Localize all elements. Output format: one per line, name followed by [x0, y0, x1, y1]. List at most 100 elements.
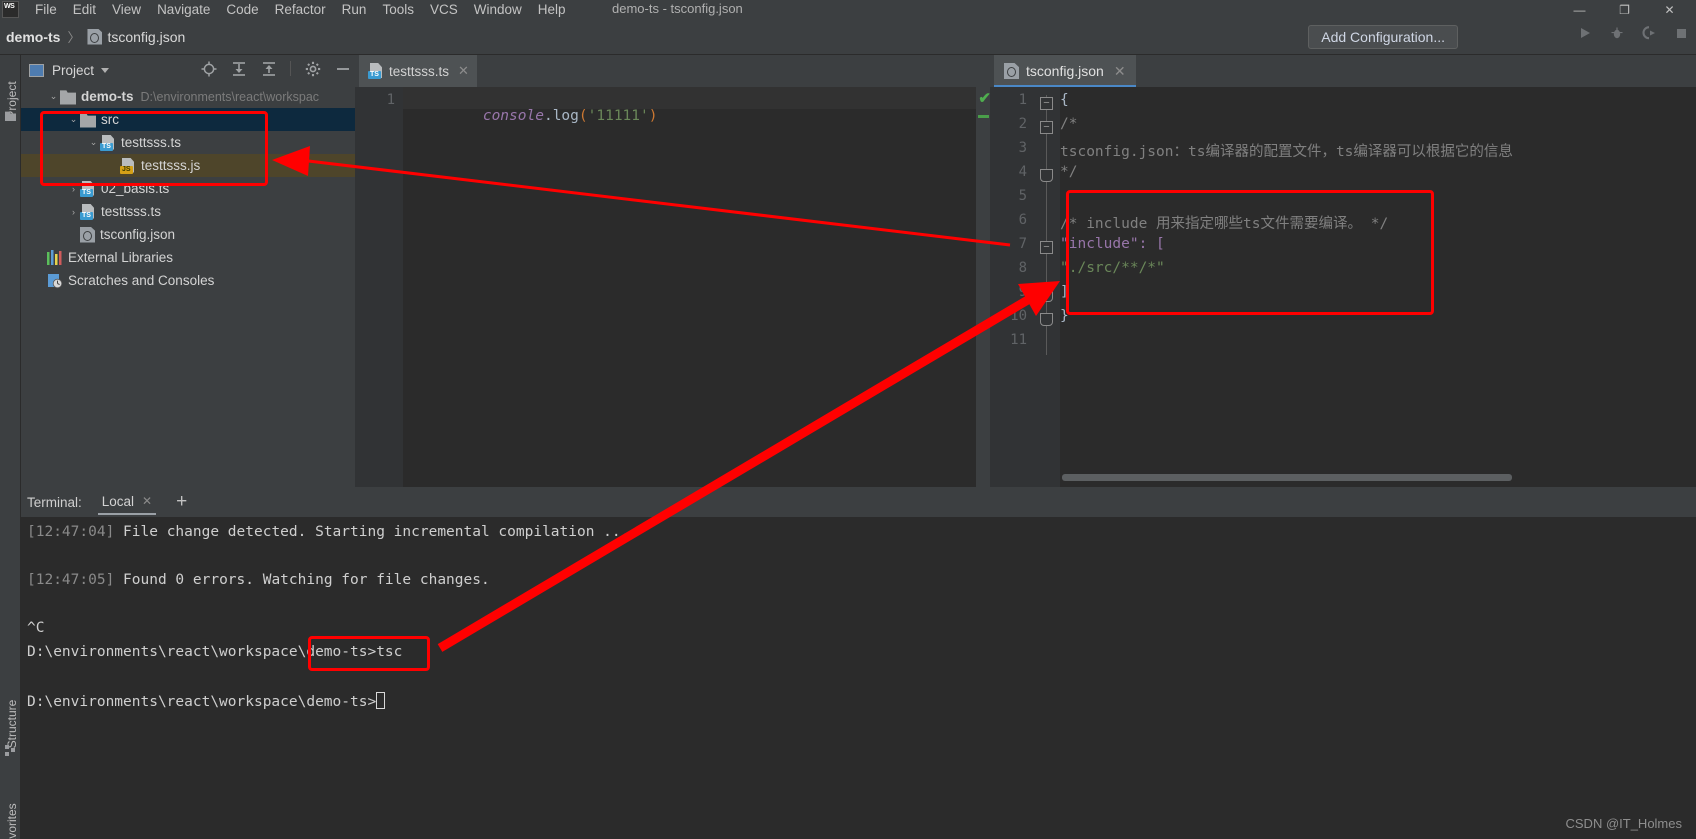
close-icon[interactable]: ✕	[1647, 0, 1692, 19]
tree-item-demo-ts[interactable]: ⌄ demo-ts D:\environments\react\workspac	[21, 85, 355, 108]
project-tree: ⌄ demo-ts D:\environments\react\workspac…	[21, 85, 355, 292]
menu-item-run[interactable]: Run	[334, 2, 375, 17]
maximize-icon[interactable]: ❐	[1602, 0, 1647, 19]
tab-testtsss-ts[interactable]: TS testtsss.ts ✕	[359, 55, 477, 87]
window-title: demo-ts - tsconfig.json	[612, 1, 743, 16]
tree-item-src[interactable]: ⌄ src	[21, 108, 355, 131]
menu-item-code[interactable]: Code	[218, 2, 266, 17]
menu-item-help[interactable]: Help	[530, 2, 574, 17]
json-file-icon	[87, 28, 103, 45]
tree-item-label: demo-ts	[81, 89, 134, 104]
chevron-right-icon[interactable]: ›	[67, 184, 80, 194]
chevron-down-icon[interactable]: ⌄	[87, 137, 100, 148]
tab-tsconfig-json[interactable]: tsconfig.json ✕	[994, 55, 1136, 87]
code-token-close-paren: )	[648, 108, 658, 124]
fold-marker-include[interactable]: −	[1040, 241, 1053, 254]
tree-item-external-libraries[interactable]: External Libraries	[21, 246, 355, 269]
terminal-tab-close-icon[interactable]: ✕	[142, 494, 152, 508]
fold-marker-brace-open[interactable]: −	[1040, 97, 1053, 110]
run-coverage-icon[interactable]	[1640, 24, 1658, 42]
expand-all-icon[interactable]	[230, 60, 247, 77]
line-number: 5	[1018, 188, 1027, 204]
fold-marker-brace-close[interactable]	[1040, 313, 1053, 326]
chevron-right-icon[interactable]: ›	[67, 207, 80, 217]
menu-item-tools[interactable]: Tools	[374, 2, 422, 17]
fold-marker-include-end[interactable]	[1040, 289, 1053, 302]
terminal-tab-local[interactable]: Local ✕	[96, 490, 158, 515]
code-line-10: }	[1060, 308, 1069, 324]
breadcrumb-item-project[interactable]: demo-ts	[6, 29, 60, 45]
terminal-prompt-line: D:\environments\react\workspace\demo-ts>	[27, 692, 1696, 716]
run-icon[interactable]	[1576, 24, 1594, 42]
tree-item-label: Scratches and Consoles	[68, 273, 215, 288]
line-number: 8	[1018, 260, 1027, 276]
tree-item-label: tsconfig.json	[100, 227, 176, 242]
line-number: 6	[1018, 212, 1027, 228]
fold-marker-comment-end[interactable]	[1040, 169, 1053, 182]
terminal-output[interactable]: [12:47:04] File change detected. Startin…	[21, 517, 1696, 839]
ts-file-icon: TS	[80, 180, 96, 197]
hide-panel-icon[interactable]	[334, 60, 351, 77]
menu-item-refactor[interactable]: Refactor	[267, 2, 334, 17]
menu-item-window[interactable]: Window	[466, 2, 530, 17]
collapse-all-icon[interactable]	[260, 60, 277, 77]
tab-label: testtsss.ts	[389, 63, 450, 79]
active-terminal-tab-underline	[97, 512, 157, 515]
tree-item-testtsss-ts-src[interactable]: ⌄ TS testtsss.ts	[21, 131, 355, 154]
menu-item-navigate[interactable]: Navigate	[149, 2, 218, 17]
terminal-line: [12:47:05] Found 0 errors. Watching for …	[27, 572, 1696, 596]
webstorm-logo-icon	[2, 1, 19, 18]
code-folding-gutter: − − −	[1035, 87, 1060, 487]
editor-right-horizontal-scrollbar[interactable]	[1062, 474, 1512, 481]
add-configuration-button[interactable]: Add Configuration...	[1308, 25, 1458, 49]
stripe-button-favorites[interactable]: Favorites	[5, 793, 19, 839]
tree-item-testtsss-js[interactable]: JS testtsss.js	[21, 154, 355, 177]
code-line-8: "./src/**/*"	[1060, 260, 1165, 276]
line-number: 9	[1018, 284, 1027, 300]
chevron-down-icon[interactable]	[101, 67, 110, 73]
code-content-left[interactable]: console.log('11111')	[403, 87, 990, 487]
editor-testtsss-ts: TS testtsss.ts ✕ 1 console.log('11111') …	[355, 55, 991, 487]
fold-marker-comment[interactable]: −	[1040, 121, 1053, 134]
minimize-icon[interactable]: —	[1557, 0, 1602, 19]
tree-item-label: 02_basis.ts	[101, 181, 170, 196]
breadcrumb-item-file[interactable]: tsconfig.json	[107, 29, 185, 45]
terminal-text: ^C	[27, 620, 45, 636]
structure-icon	[5, 745, 16, 756]
tree-item-testtsss-ts-root[interactable]: › TS testtsss.ts	[21, 200, 355, 223]
stop-icon[interactable]	[1672, 24, 1690, 42]
ide-window: File Edit View Navigate Code Refactor Ru…	[0, 0, 1696, 839]
code-content-right[interactable]: { /* tsconfig.json：ts编译器的配置文件，ts编译器可以根据它…	[1060, 87, 1696, 487]
locate-icon[interactable]	[200, 60, 217, 77]
editor-left-marker-bar[interactable]: ✔	[976, 87, 991, 487]
code-line-1: {	[1060, 92, 1069, 108]
menu-item-view[interactable]: View	[104, 2, 149, 17]
line-number: 10	[1010, 308, 1027, 324]
menu-item-vcs[interactable]: VCS	[422, 2, 466, 17]
project-view-icon	[29, 63, 44, 77]
project-panel-header: Project	[21, 55, 355, 85]
settings-gear-icon[interactable]	[304, 60, 321, 77]
tab-label: tsconfig.json	[1026, 63, 1104, 79]
tree-item-02-basis-ts[interactable]: › TS 02_basis.ts	[21, 177, 355, 200]
terminal-text: File change detected. Starting increment…	[114, 524, 630, 540]
ts-file-icon: TS	[100, 134, 116, 151]
window-controls: — ❐ ✕	[1557, 0, 1692, 19]
tree-item-scratches-and-consoles[interactable]: Scratches and Consoles	[21, 269, 355, 292]
chevron-down-icon[interactable]: ⌄	[67, 114, 80, 125]
chevron-down-icon[interactable]: ⌄	[47, 91, 60, 102]
menu-item-file[interactable]: File	[27, 2, 65, 17]
tree-item-tsconfig-json[interactable]: tsconfig.json	[21, 223, 355, 246]
terminal-text: D:\environments\react\workspace\demo-ts>	[27, 694, 377, 710]
new-terminal-tab-button[interactable]: +	[176, 492, 187, 511]
terminal-line: [12:47:04] File change detected. Startin…	[27, 524, 1696, 548]
stripe-button-project[interactable]: Project	[5, 65, 19, 135]
terminal-panel: Terminal: Local ✕ + [12:47:04] File chan…	[21, 487, 1696, 839]
tab-close-icon[interactable]: ✕	[458, 63, 469, 79]
tab-close-icon[interactable]: ✕	[1114, 63, 1126, 80]
menu-item-edit[interactable]: Edit	[65, 2, 104, 17]
debug-icon[interactable]	[1608, 24, 1626, 42]
